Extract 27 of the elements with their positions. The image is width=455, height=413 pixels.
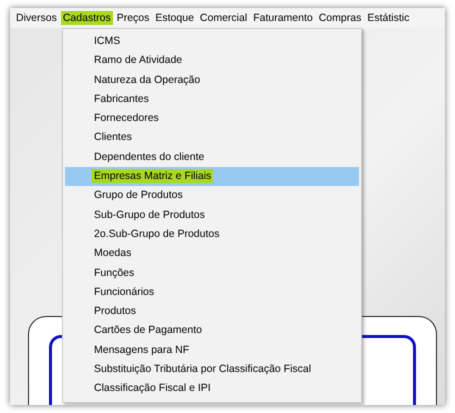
menu-bar-item[interactable]: Compras: [316, 12, 364, 24]
menu-bar-item[interactable]: Faturamento: [250, 12, 316, 24]
menu-bar-item[interactable]: Estátistic: [364, 12, 412, 24]
menu-item[interactable]: Cartões de Pagamento: [65, 321, 359, 341]
menu-item[interactable]: Mensagens para NF: [65, 340, 359, 360]
menu-item[interactable]: Moedas: [65, 244, 359, 264]
menu-bar-item[interactable]: Preços: [114, 12, 152, 24]
menu-item[interactable]: Fabricantes: [65, 90, 359, 110]
menu-item[interactable]: Substituição Tributária por Classificação Fiscal: [65, 360, 359, 380]
menu-item[interactable]: Grupo de Produtos: [65, 186, 359, 206]
menu-bar-item[interactable]: Comercial: [196, 12, 250, 24]
menu-item[interactable]: Classificação Fiscal e IPI: [65, 379, 359, 399]
menu-item[interactable]: Produtos: [65, 302, 359, 322]
menu-item[interactable]: Funções: [65, 264, 359, 283]
menu-item[interactable]: Natureza da Operação: [65, 70, 359, 90]
menu-item[interactable]: 2o.Sub-Grupo de Produtos: [65, 224, 359, 244]
menu-bar-item[interactable]: Diversos: [13, 12, 60, 24]
menu-item[interactable]: Clientes: [65, 128, 359, 148]
menu-item[interactable]: Sub-Grupo de Produtos: [65, 206, 359, 225]
menu-bar-item[interactable]: Estoque: [152, 12, 197, 24]
menu-item[interactable]: ICMS: [65, 32, 359, 52]
menu-item[interactable]: Empresas Matriz e Filiais: [65, 167, 359, 186]
menu-item[interactable]: Fornecedores: [65, 109, 359, 128]
menu-item[interactable]: Funcionários: [65, 282, 359, 302]
menu-item[interactable]: Ramo de Atividade: [65, 51, 359, 71]
menu-item[interactable]: Dependentes do cliente: [65, 148, 359, 168]
menu-bar-item[interactable]: Cadastros: [60, 12, 114, 24]
